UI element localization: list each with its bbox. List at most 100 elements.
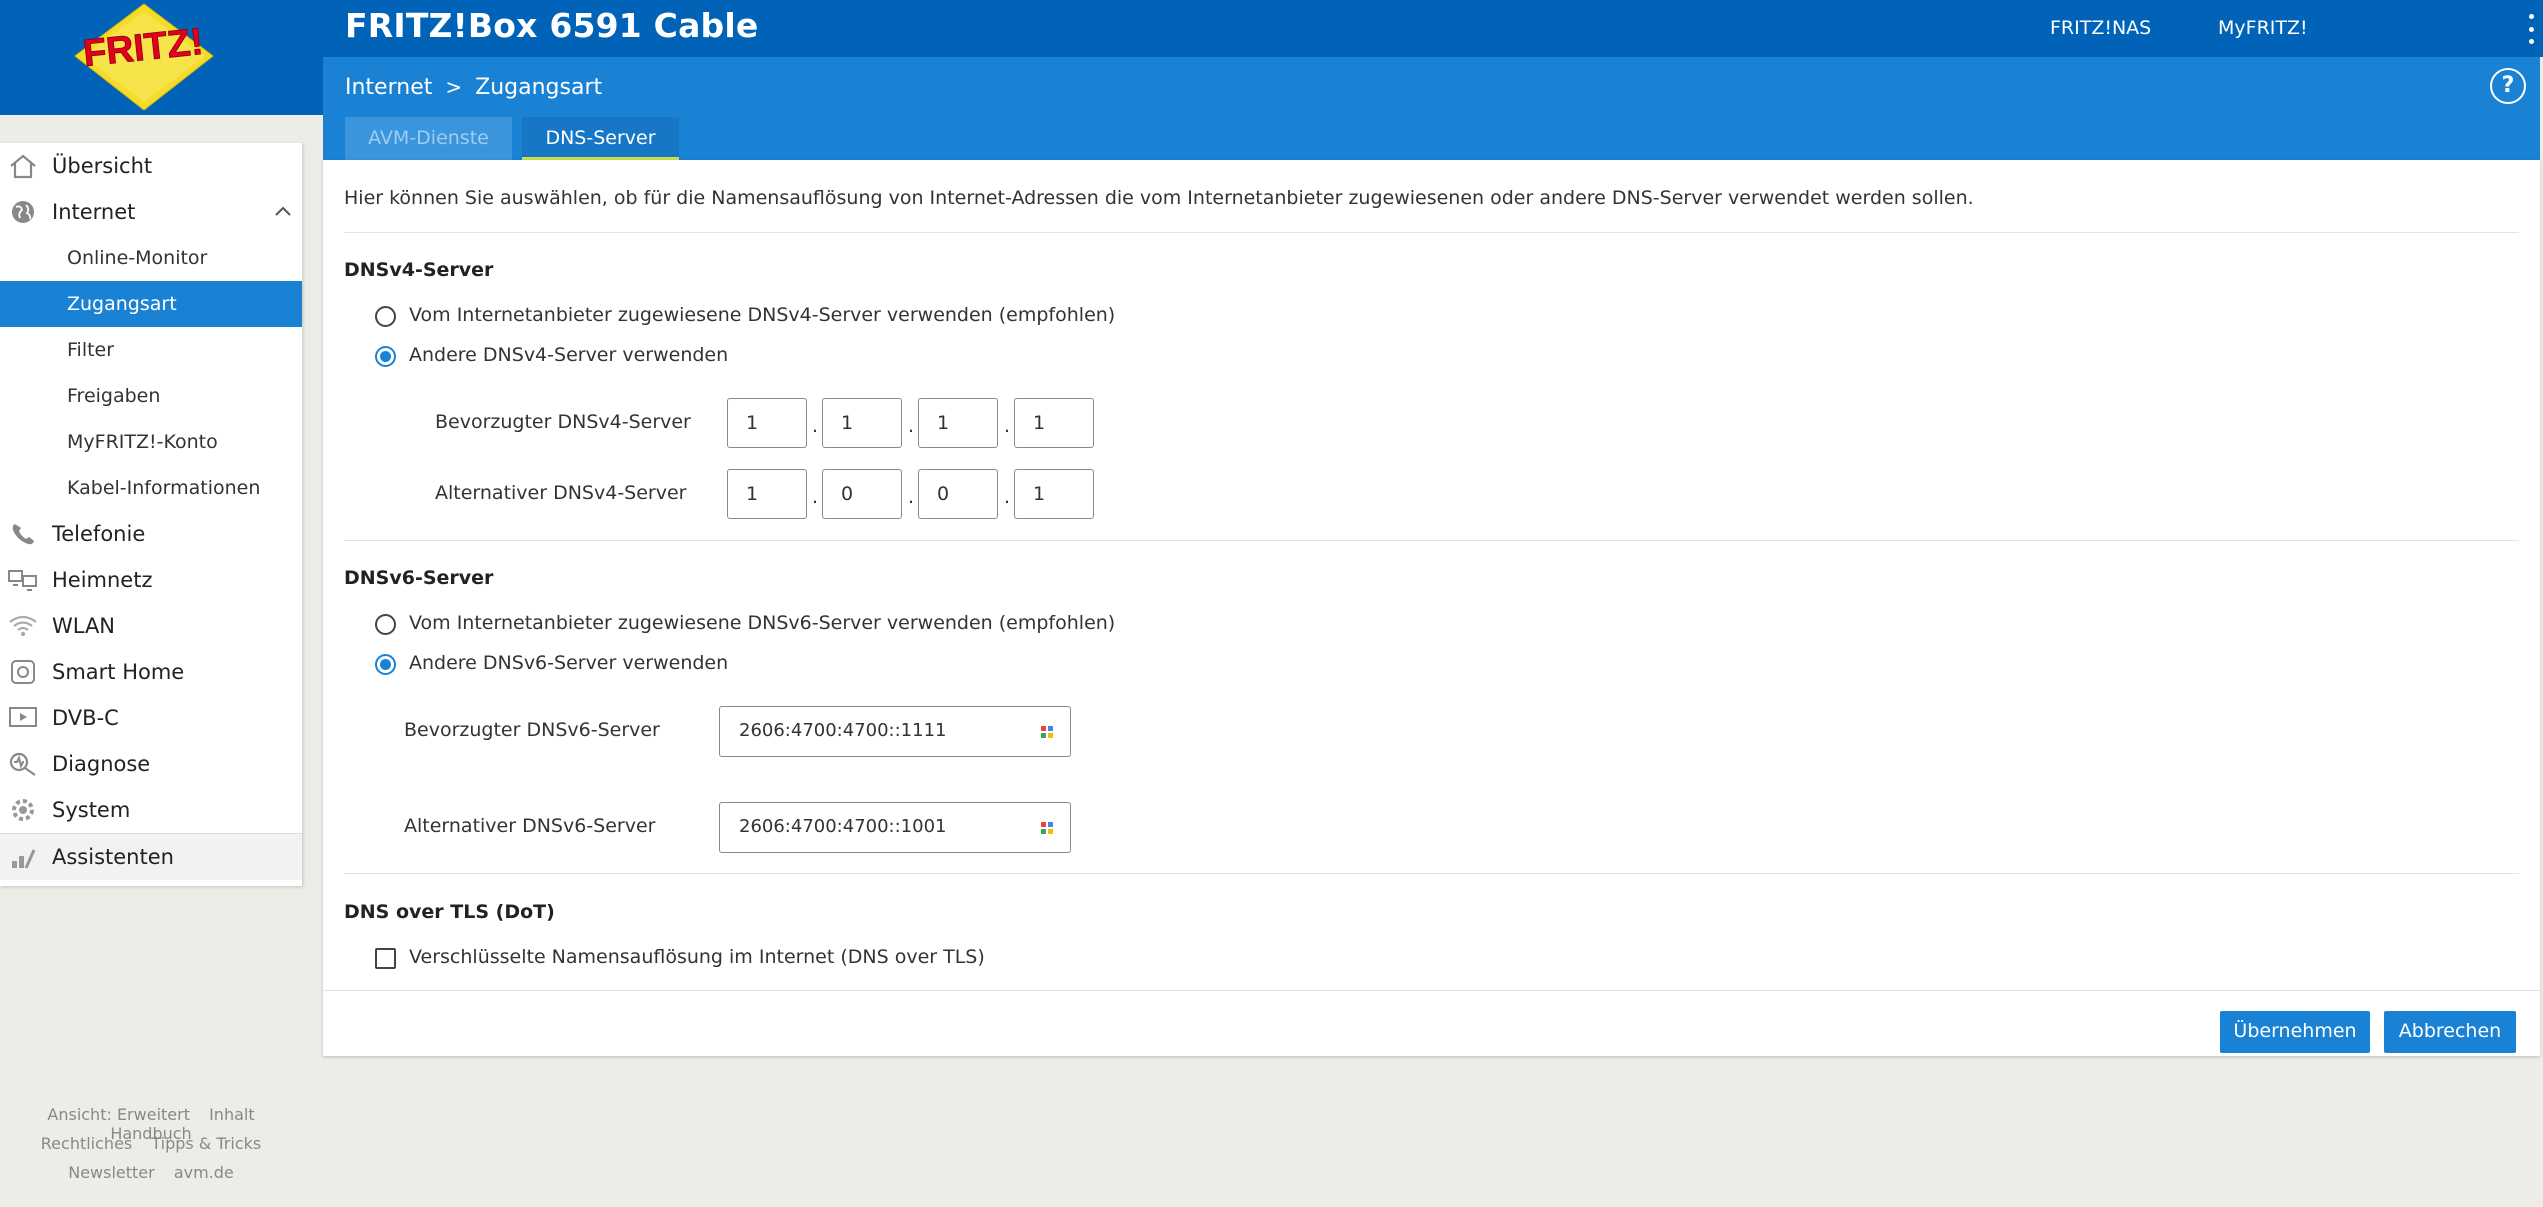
sidebar-subitem-label: Filter	[67, 339, 115, 361]
button-bar: Übernehmen Abbrechen	[323, 990, 2540, 1057]
page-header: Internet > Zugangsart ? AVM-Dienste DNS-…	[323, 57, 2540, 160]
dnsv6-preferred-value: 2606:4700:4700::1111	[739, 720, 947, 741]
dnsv4-other-radio[interactable]	[375, 346, 396, 367]
sidebar-item-internet[interactable]: Internet	[0, 189, 302, 235]
content-panel: Hier können Sie auswählen, ob für die Na…	[323, 160, 2540, 1056]
dnsv4-isp-radio[interactable]	[375, 306, 396, 327]
sidebar-subitem-myfritz-konto[interactable]: MyFRITZ!-Konto	[0, 419, 302, 465]
sidebar-item-label: Diagnose	[52, 752, 151, 776]
dnsv6-isp-label[interactable]: Vom Internetanbieter zugewiesene DNSv6-S…	[409, 612, 1115, 634]
tab-avm-dienste[interactable]: AVM-Dienste	[345, 117, 512, 160]
dnsv4-alternative-octet-3[interactable]: 0	[918, 469, 998, 519]
dnsv4-preferred-label: Bevorzugter DNSv4-Server	[435, 411, 691, 433]
dnsv4-alternative-octet-4[interactable]: 1	[1014, 469, 1094, 519]
divider	[344, 873, 2519, 874]
dnsv6-other-radio[interactable]	[375, 654, 396, 675]
globe-icon	[12, 201, 34, 223]
dnsv4-preferred-octet-2[interactable]: 1	[822, 398, 902, 448]
logo-area: FRITZ!	[0, 0, 323, 115]
intro-text: Hier können Sie auswählen, ob für die Na…	[344, 187, 1974, 209]
sidebar-item-diagnose[interactable]: Diagnose	[0, 741, 302, 787]
dnsv4-preferred-octet-1[interactable]: 1	[727, 398, 807, 448]
app-title: FRITZ!Box 6591 Cable	[345, 6, 759, 45]
fritz-nas-link[interactable]: FRITZ!NAS	[2050, 17, 2151, 39]
dnsv4-alternative-octet-1[interactable]: 1	[727, 469, 807, 519]
phone-icon	[12, 524, 34, 545]
dot-heading: DNS over TLS (DoT)	[344, 901, 555, 923]
wizard-icon	[12, 849, 36, 869]
ip-dot: .	[812, 486, 819, 508]
cancel-button[interactable]: Abbrechen	[2384, 1011, 2516, 1053]
home-icon	[10, 154, 36, 179]
dnsv4-preferred-octet-3[interactable]: 1	[918, 398, 998, 448]
fritz-logo[interactable]: FRITZ!	[67, 0, 222, 112]
sidebar-item-heimnetz[interactable]: Heimnetz	[0, 557, 302, 603]
sidebar-subitem-online-monitor[interactable]: Online-Monitor	[0, 235, 302, 281]
chevron-up-icon[interactable]	[274, 204, 292, 218]
gear-icon	[12, 799, 34, 821]
sidebar-subitem-kabel-informationen[interactable]: Kabel-Informationen	[0, 465, 302, 511]
dot-checkbox-label[interactable]: Verschlüsselte Namensauflösung im Intern…	[409, 946, 985, 968]
password-manager-icon[interactable]	[1040, 725, 1054, 739]
ip-dot: .	[908, 415, 915, 437]
sidebar-item-label: WLAN	[52, 614, 116, 638]
sidebar-item-smart-home[interactable]: Smart Home	[0, 649, 302, 695]
network-icon	[8, 570, 37, 591]
sidebar-item-uebersicht[interactable]: Übersicht	[0, 143, 302, 189]
ip-dot: .	[812, 415, 819, 437]
sidebar-item-label: Internet	[52, 200, 136, 224]
dnsv4-alternative-octet-2[interactable]: 0	[822, 469, 902, 519]
footer-link-inhalt[interactable]: Inhalt	[209, 1105, 255, 1124]
sidebar: Übersicht Internet Online-Monitor Zugang…	[0, 143, 302, 886]
apply-button[interactable]: Übernehmen	[2220, 1011, 2370, 1053]
dnsv4-other-label[interactable]: Andere DNSv4-Server verwenden	[409, 344, 728, 366]
footer-link-tipps[interactable]: Tipps & Tricks	[151, 1134, 261, 1153]
sidebar-subitem-label: Kabel-Informationen	[67, 477, 261, 499]
footer-link-ansicht[interactable]: Ansicht: Erweitert	[47, 1105, 190, 1124]
tab-dns-server[interactable]: DNS-Server	[522, 117, 679, 160]
sidebar-item-system[interactable]: System	[0, 787, 302, 833]
sidebar-subitem-label: Freigaben	[67, 385, 161, 407]
diagnose-icon	[9, 752, 36, 776]
wifi-icon	[9, 615, 37, 637]
ip-dot: .	[908, 486, 915, 508]
sidebar-item-label: Telefonie	[52, 522, 146, 546]
footer-link-avm[interactable]: avm.de	[174, 1163, 234, 1182]
sidebar-item-dvb-c[interactable]: DVB-C	[0, 695, 302, 741]
dnsv6-alternative-input[interactable]: 2606:4700:4700::1001	[719, 802, 1071, 853]
sidebar-item-telefonie[interactable]: Telefonie	[0, 511, 302, 557]
tv-icon	[9, 707, 37, 727]
dnsv6-alternative-value: 2606:4700:4700::1001	[739, 816, 947, 837]
myfritz-link[interactable]: MyFRITZ!	[2218, 17, 2308, 39]
sidebar-item-assistenten[interactable]: Assistenten	[0, 833, 302, 880]
breadcrumb-parent[interactable]: Internet	[345, 75, 432, 100]
breadcrumb: Internet > Zugangsart	[345, 75, 602, 100]
divider	[344, 232, 2519, 233]
dnsv6-preferred-label: Bevorzugter DNSv6-Server	[404, 719, 660, 741]
ip-dot: .	[1004, 415, 1011, 437]
more-menu-icon[interactable]	[2526, 14, 2536, 44]
password-manager-icon[interactable]	[1040, 821, 1054, 835]
sidebar-subitem-zugangsart[interactable]: Zugangsart	[0, 281, 302, 327]
sidebar-subitem-label: Zugangsart	[67, 293, 177, 315]
sidebar-subitem-filter[interactable]: Filter	[0, 327, 302, 373]
dnsv6-isp-radio[interactable]	[375, 614, 396, 635]
dnsv6-other-label[interactable]: Andere DNSv6-Server verwenden	[409, 652, 728, 674]
dnsv6-preferred-input[interactable]: 2606:4700:4700::1111	[719, 706, 1071, 757]
sidebar-subitem-freigaben[interactable]: Freigaben	[0, 373, 302, 419]
dnsv4-isp-label[interactable]: Vom Internetanbieter zugewiesene DNSv4-S…	[409, 304, 1115, 326]
sidebar-item-label: System	[52, 798, 131, 822]
dnsv6-heading: DNSv6-Server	[344, 567, 494, 589]
dnsv6-alternative-label: Alternativer DNSv6-Server	[404, 815, 656, 837]
sidebar-subitem-label: MyFRITZ!-Konto	[67, 431, 218, 453]
help-icon[interactable]: ?	[2490, 68, 2526, 104]
dnsv4-preferred-octet-4[interactable]: 1	[1014, 398, 1094, 448]
sidebar-item-label: Smart Home	[52, 660, 185, 684]
footer-link-rechtliches[interactable]: Rechtliches	[41, 1134, 132, 1153]
breadcrumb-current: Zugangsart	[475, 75, 603, 100]
dot-checkbox[interactable]	[375, 948, 396, 969]
footer-link-newsletter[interactable]: Newsletter	[68, 1163, 155, 1182]
dnsv4-heading: DNSv4-Server	[344, 259, 494, 281]
sidebar-item-wlan[interactable]: WLAN	[0, 603, 302, 649]
sidebar-subitem-label: Online-Monitor	[67, 247, 208, 269]
